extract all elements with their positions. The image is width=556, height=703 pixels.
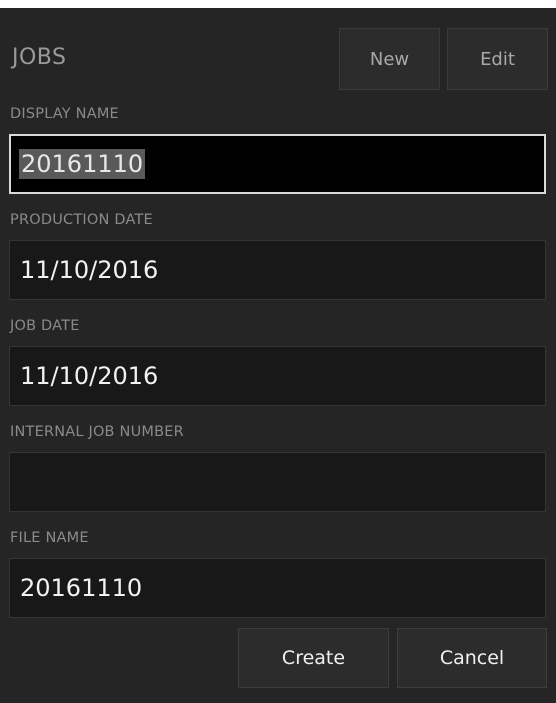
- file-name-field[interactable]: 20161110: [9, 558, 546, 618]
- file-name-value: 20161110: [20, 574, 143, 602]
- job-date-field[interactable]: 11/10/2016: [9, 346, 546, 406]
- create-button[interactable]: Create: [238, 628, 389, 688]
- page-title: JOBS: [12, 45, 67, 70]
- production-date-field[interactable]: 11/10/2016: [9, 240, 546, 300]
- production-date-value: 11/10/2016: [20, 256, 159, 284]
- display-name-label: DISPLAY NAME: [10, 106, 119, 122]
- internal-job-number-field[interactable]: [9, 452, 546, 512]
- jobs-panel: JOBS New Edit DISPLAY NAME 20161110 PROD…: [0, 8, 556, 703]
- jobs-header: JOBS New Edit: [0, 8, 556, 100]
- job-date-value: 11/10/2016: [20, 362, 159, 390]
- job-date-label: JOB DATE: [10, 318, 80, 334]
- edit-button[interactable]: Edit: [447, 28, 548, 90]
- file-name-label: FILE NAME: [10, 530, 89, 546]
- production-date-label: PRODUCTION DATE: [10, 212, 153, 228]
- display-name-field[interactable]: 20161110: [9, 134, 546, 194]
- new-button[interactable]: New: [339, 28, 440, 90]
- cancel-button[interactable]: Cancel: [397, 628, 547, 688]
- internal-job-number-label: INTERNAL JOB NUMBER: [10, 424, 184, 440]
- display-name-value: 20161110: [19, 149, 146, 179]
